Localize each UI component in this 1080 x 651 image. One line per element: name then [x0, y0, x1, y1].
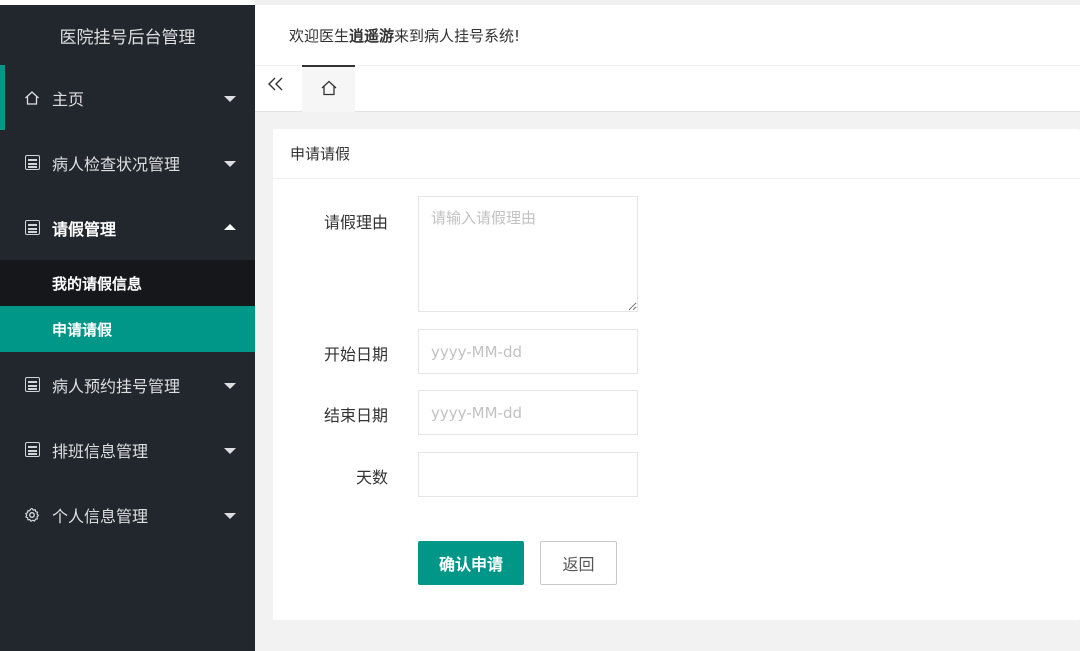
card-title: 申请请假 [273, 129, 1080, 179]
days-input[interactable] [418, 452, 638, 497]
sidebar-item-appointment[interactable]: 病人预约挂号管理 [0, 352, 255, 417]
sidebar-item-leave[interactable]: 请假管理 [0, 195, 255, 260]
double-chevron-left-icon[interactable] [267, 74, 285, 98]
gear-icon [23, 506, 41, 524]
form-row-reason: 请假理由 [273, 209, 403, 233]
sidebar-item-label: 个人信息管理 [52, 506, 149, 526]
sidebar-item-label: 请假管理 [52, 219, 117, 239]
sidebar-item-schedule[interactable]: 排班信息管理 [0, 417, 255, 482]
calendar-icon [23, 154, 41, 172]
sidebar-subitem-my-leave[interactable]: 我的请假信息 [0, 260, 255, 306]
chevron-down-icon [224, 95, 236, 102]
chevron-up-icon [224, 223, 236, 230]
reason-label: 请假理由 [323, 213, 388, 232]
tab-home[interactable] [302, 65, 355, 112]
sidebar-item-patient-check[interactable]: 病人检查状况管理 [0, 130, 255, 195]
home-icon [320, 79, 338, 101]
sidebar-nav: 主页 病人检查状况管理 请假管理 我的请假信息 申请请假 病人预约挂号管理 排班… [0, 65, 255, 547]
days-label: 天数 [355, 468, 388, 487]
doctor-name: 逍遥游 [349, 26, 395, 45]
form-row-start-date: 开始日期 [273, 341, 403, 365]
tab-bar [255, 65, 1080, 112]
top-header: 欢迎医生 逍遥游 来到病人挂号系统! [255, 0, 1080, 65]
leave-form-card: 申请请假 请假理由 开始日期 结束日期 天数 确认申请 返回 [273, 129, 1080, 620]
sidebar-item-profile[interactable]: 个人信息管理 [0, 482, 255, 547]
app-title: 医院挂号后台管理 [59, 27, 196, 48]
sidebar-item-home[interactable]: 主页 [0, 65, 255, 130]
submit-leave-button[interactable]: 确认申请 [418, 541, 524, 585]
form-row-end-date: 结束日期 [273, 402, 403, 426]
form-row-days: 天数 [273, 464, 403, 488]
welcome-prefix: 欢迎医生 [289, 26, 350, 45]
welcome-suffix: 来到病人挂号系统! [394, 26, 521, 45]
sidebar-item-label: 排班信息管理 [52, 441, 149, 461]
sidebar-submenu-leave: 我的请假信息 申请请假 [0, 260, 255, 352]
start-date-input[interactable] [418, 329, 638, 374]
welcome-message: 欢迎医生 逍遥游 来到病人挂号系统! [289, 5, 520, 65]
sidebar-item-label: 病人检查状况管理 [52, 154, 181, 174]
chevron-down-icon [224, 382, 236, 389]
chevron-down-icon [224, 160, 236, 167]
end-date-input[interactable] [418, 390, 638, 435]
end-date-label: 结束日期 [323, 406, 388, 425]
chevron-down-icon [224, 447, 236, 454]
reason-textarea[interactable] [418, 196, 638, 312]
home-icon [23, 89, 41, 107]
calendar-icon [23, 219, 41, 237]
calendar-icon [23, 441, 41, 459]
sidebar-item-label: 病人预约挂号管理 [52, 376, 181, 396]
back-button[interactable]: 返回 [540, 541, 617, 585]
sidebar: 医院挂号后台管理 主页 病人检查状况管理 请假管理 我的请假信息 申请请假 病人… [0, 0, 255, 651]
chevron-down-icon [224, 512, 236, 519]
sidebar-item-label: 主页 [52, 89, 85, 109]
start-date-label: 开始日期 [323, 345, 388, 364]
calendar-icon [23, 376, 41, 394]
sidebar-subitem-apply-leave[interactable]: 申请请假 [0, 306, 255, 352]
